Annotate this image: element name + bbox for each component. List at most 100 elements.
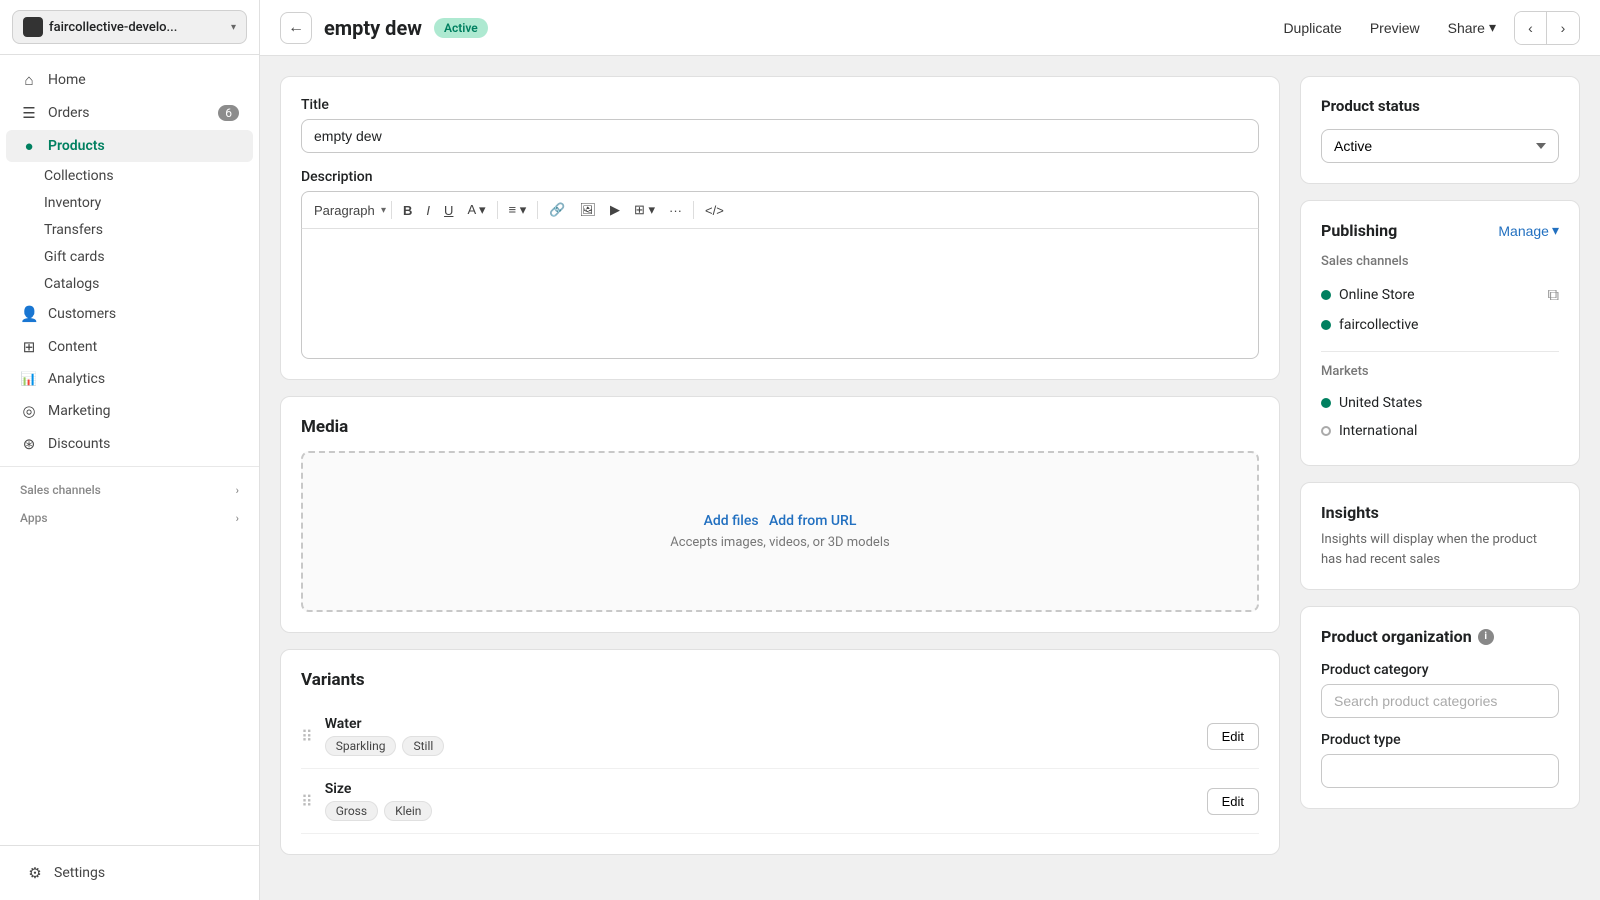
paragraph-select-wrap[interactable]: Paragraph ▾ [310,199,386,222]
channel-link-icon-0[interactable]: ⧉ [1548,285,1559,305]
sidebar-item-discounts[interactable]: ⊛ Discounts [6,428,253,460]
back-button[interactable]: ← [280,12,312,44]
image-button[interactable]: 🖼 [573,198,602,222]
link-button[interactable]: 🔗 [543,198,571,222]
insights-text: Insights will display when the product h… [1321,530,1559,569]
paragraph-select[interactable]: Paragraph [310,199,379,222]
org-title-text: Product organization [1321,627,1472,646]
sidebar-item-discounts-label: Discounts [48,436,110,452]
sidebar-item-orders-label: Orders [48,105,90,121]
manage-button[interactable]: Manage ▾ [1498,222,1559,239]
video-button[interactable]: ▶ [604,198,626,222]
insights-card: Insights Insights will display when the … [1300,482,1580,590]
status-select[interactable]: Active Draft Archived [1321,129,1559,163]
sidebar: faircollective-develo... ▾ ⌂ Home ☰ Orde… [0,0,260,900]
sidebar-apps[interactable]: Apps › [0,501,259,529]
title-label: Title [301,97,1259,113]
sidebar-item-catalogs[interactable]: Catalogs [44,271,253,297]
product-status-card: Product status Active Draft Archived [1300,76,1580,184]
sales-channels-section-label: Sales channels [1321,254,1559,269]
toolbar-divider-1 [391,201,392,219]
underline-button[interactable]: U [438,199,459,222]
sidebar-item-gift-cards[interactable]: Gift cards [44,244,253,270]
sidebar-item-orders[interactable]: ☰ Orders 6 [6,97,253,129]
channel-dot-1 [1321,320,1331,330]
market-item-1: International [1321,417,1559,445]
market-item-0: United States [1321,389,1559,417]
org-title: Product organization i [1321,627,1559,646]
variant-edit-button-0[interactable]: Edit [1207,723,1259,750]
media-dropzone[interactable]: Add files Add from URL Accepts images, v… [301,451,1259,612]
paragraph-chevron-icon: ▾ [381,205,386,216]
sidebar-item-inventory[interactable]: Inventory [44,190,253,216]
sidebar-item-analytics[interactable]: 📊 Analytics [6,364,253,394]
sidebar-item-analytics-label: Analytics [48,371,105,387]
drag-handle-1[interactable]: ⠿ [301,792,313,811]
channel-name-1: faircollective [1339,317,1559,333]
sidebar-sales-channels[interactable]: Sales channels › [0,473,259,501]
sidebar-item-transfers[interactable]: Transfers [44,217,253,243]
sidebar-item-marketing[interactable]: ◎ Marketing [6,395,253,427]
share-button[interactable]: Share ▾ [1438,13,1506,42]
title-input[interactable] [301,119,1259,153]
media-hint: Accepts images, videos, or 3D models [323,535,1237,550]
variants-title: Variants [301,670,1259,690]
sidebar-item-home[interactable]: ⌂ Home [6,64,253,96]
drag-handle-0[interactable]: ⠿ [301,727,313,746]
sidebar-item-marketing-label: Marketing [48,403,111,419]
sidebar-item-products[interactable]: ● Products [6,130,253,162]
italic-button[interactable]: I [420,199,436,222]
customers-icon: 👤 [20,305,38,323]
preview-button[interactable]: Preview [1360,14,1430,42]
orders-icon: ☰ [20,104,38,122]
channel-dot-0 [1321,290,1331,300]
category-search-input[interactable] [1321,684,1559,718]
sidebar-item-settings[interactable]: ⚙ Settings [12,857,247,889]
sidebar-item-customers-label: Customers [48,306,116,322]
sidebar-item-content[interactable]: ⊞ Content [6,331,253,363]
variant-edit-button-1[interactable]: Edit [1207,788,1259,815]
add-from-url-link[interactable]: Add from URL [769,513,856,529]
channel-name-0: Online Store [1339,287,1540,303]
category-label: Product category [1321,662,1559,678]
page-title: empty dew [324,16,422,40]
marketing-icon: ◎ [20,402,38,420]
sidebar-item-home-label: Home [48,72,86,88]
market-dot-1 [1321,426,1331,436]
bold-button[interactable]: B [397,199,418,222]
variant-tags-0: Sparkling Still [325,736,1195,756]
channel-item-0: Online Store ⧉ [1321,279,1559,311]
variant-row-1: ⠿ Size Gross Klein Edit [301,769,1259,834]
variant-tag-0-0: Sparkling [325,736,397,756]
source-button[interactable]: </> [699,199,730,222]
duplicate-button[interactable]: Duplicate [1273,14,1351,42]
pagination-arrows: ‹ › [1514,11,1580,45]
sidebar-item-customers[interactable]: 👤 Customers [6,298,253,330]
content-area: Title Description Paragraph ▾ B I [260,56,1600,900]
home-icon: ⌂ [20,71,38,89]
publishing-title: Publishing [1321,221,1397,240]
org-info-icon[interactable]: i [1478,629,1494,645]
more-button[interactable]: ··· [663,199,688,222]
editor-body[interactable] [301,229,1259,359]
store-icon [23,17,43,37]
publishing-divider [1321,351,1559,352]
product-type-input[interactable] [1321,754,1559,788]
description-label: Description [301,169,1259,185]
manage-chevron-icon: ▾ [1552,222,1559,239]
prev-button[interactable]: ‹ [1515,12,1547,44]
sidebar-item-products-label: Products [48,138,105,154]
next-button[interactable]: › [1547,12,1579,44]
channel-item-1: faircollective [1321,311,1559,339]
content-main: Title Description Paragraph ▾ B I [280,76,1280,880]
table-button[interactable]: ⊞ ▾ [628,198,661,222]
sidebar-nav: ⌂ Home ☰ Orders 6 ● Products Collections… [0,55,259,845]
analytics-icon: 📊 [20,372,38,387]
text-color-button[interactable]: A ▾ [461,198,491,222]
store-selector[interactable]: faircollective-develo... ▾ [12,10,247,44]
nav-divider-1 [0,466,259,467]
sidebar-item-collections[interactable]: Collections [44,163,253,189]
sales-channels-chevron: › [236,484,239,497]
add-files-link[interactable]: Add files [704,513,759,529]
align-button[interactable]: ≡ ▾ [503,198,533,222]
